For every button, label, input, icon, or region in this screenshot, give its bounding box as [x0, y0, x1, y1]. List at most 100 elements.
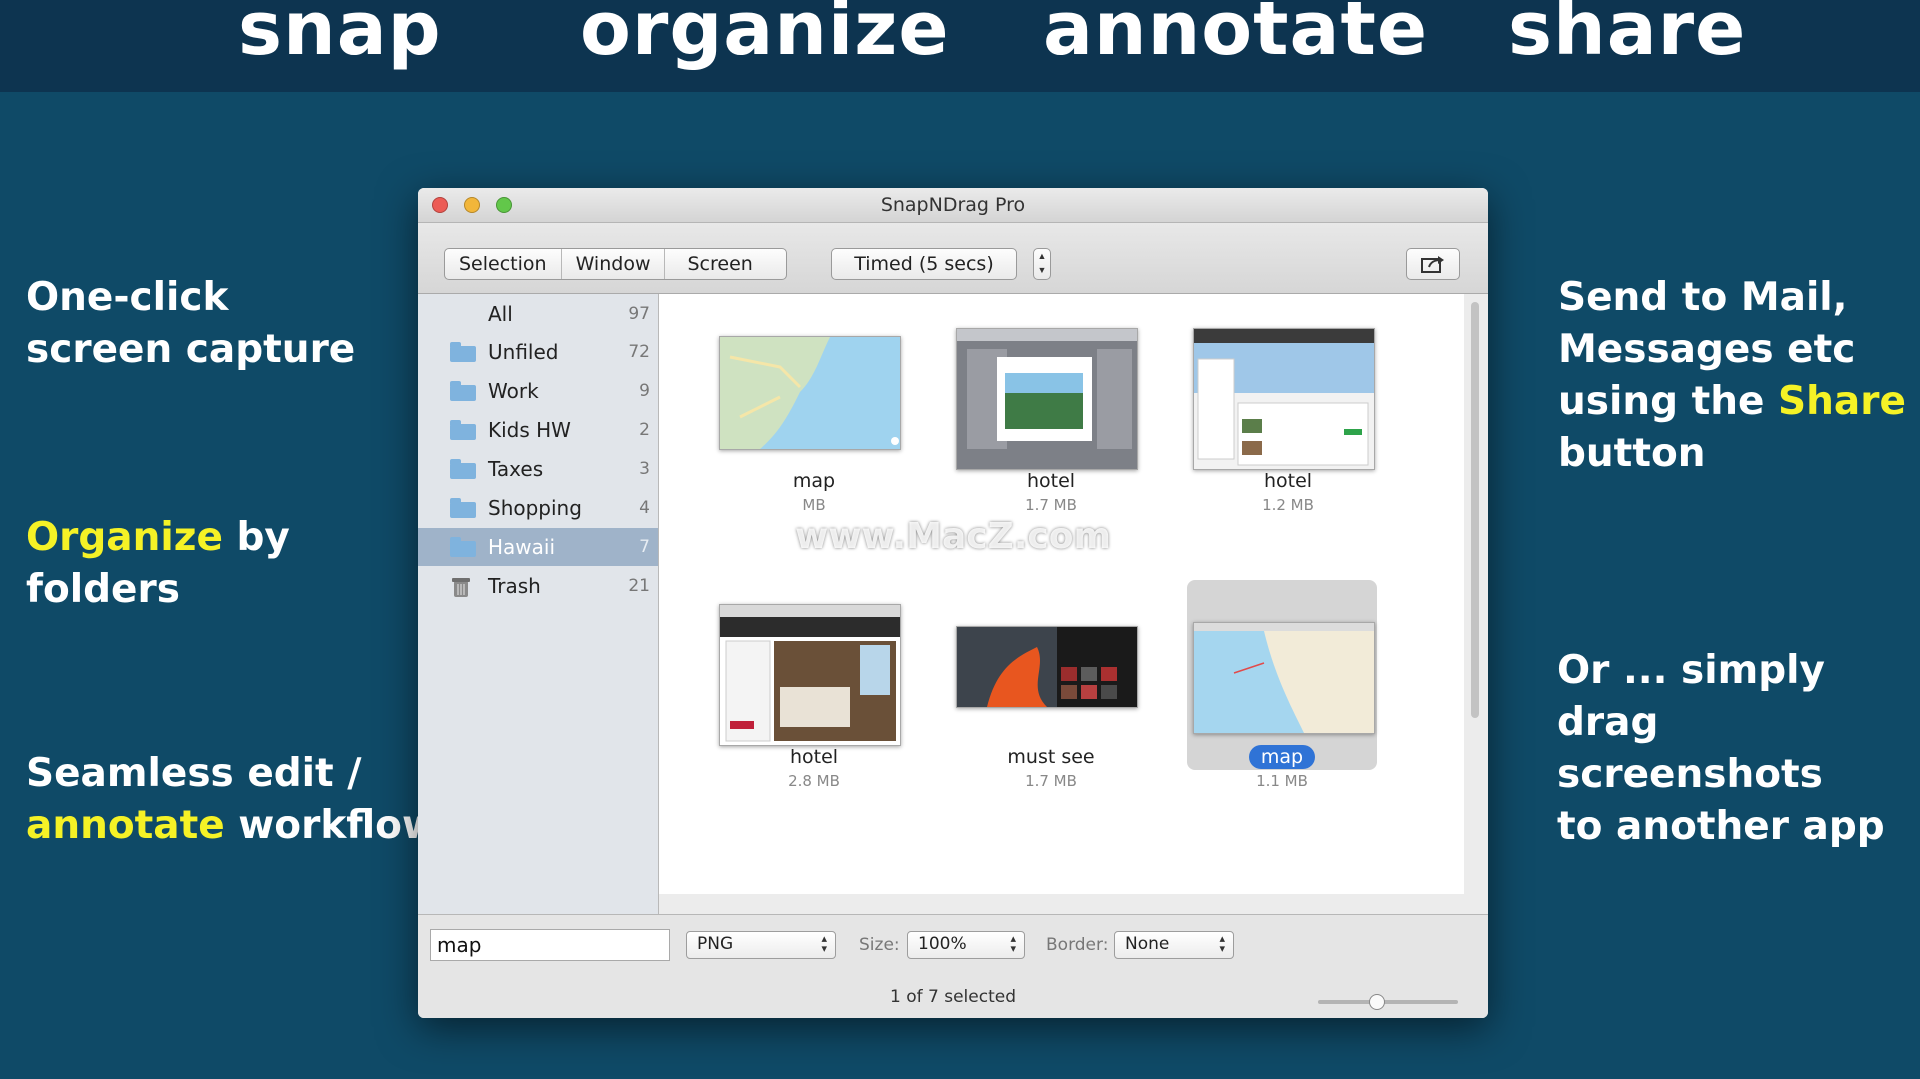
sidebar-item-label: Taxes [488, 457, 544, 481]
capture-line-2: screen capture [26, 327, 356, 372]
capture-caption: One-click screen capture [26, 272, 355, 376]
sidebar-item-taxes[interactable]: Taxes 3 [418, 450, 658, 488]
format-select[interactable]: PNG ▴ ▾ [686, 931, 836, 959]
zoom-slider-knob[interactable] [1368, 994, 1385, 1010]
organize-highlight: Organize [26, 515, 223, 560]
window-button[interactable]: Window [560, 249, 665, 279]
thumbnail-size: 1.7 MB [1025, 496, 1077, 514]
watermark: www.MacZ.com [795, 516, 1111, 557]
sidebar-item-count: 3 [639, 459, 650, 479]
thumbnail-map-selected[interactable]: map 1.1 MB [1187, 580, 1387, 790]
thumbnail-size: 1.2 MB [1262, 496, 1314, 514]
border-select[interactable]: None ▴ ▾ [1114, 931, 1234, 959]
share-highlight: Share [1778, 379, 1906, 424]
sidebar-item-label: Hawaii [488, 535, 556, 559]
timed-stepper[interactable]: ▲ ▼ [1033, 248, 1051, 280]
sidebar-item-count: 97 [628, 304, 650, 324]
updown-icon: ▴ ▾ [1010, 932, 1016, 955]
thumbnail-image [1193, 622, 1375, 734]
filename-input[interactable]: map [430, 929, 670, 961]
thumbnail-size: 1.1 MB [1256, 772, 1308, 790]
drag-line-3: to another app [1557, 804, 1885, 849]
sidebar-item-count: 2 [639, 420, 650, 440]
share-line-4: button [1558, 431, 1706, 476]
thumbnail-image [719, 336, 901, 450]
thumbnail-image [719, 604, 901, 746]
edit-line-1: Seamless edit / [26, 751, 362, 796]
thumbnail-size: 1.7 MB [1025, 772, 1077, 790]
drag-line-1: Or ... simply [1557, 648, 1825, 693]
organize-line-1: Organize by [26, 512, 290, 564]
capture-line-1: One-click [26, 275, 229, 320]
folder-icon [450, 498, 476, 518]
updown-icon: ▴ ▾ [1219, 932, 1225, 955]
share-icon [1421, 256, 1444, 273]
thumbnail-hotel-3[interactable]: hotel 2.8 MB [719, 592, 919, 792]
sidebar-item-hawaii[interactable]: Hawaii 7 [418, 528, 658, 566]
share-line-3: using the Share [1558, 376, 1906, 428]
capture-mode-segmented: Selection Window Screen [444, 248, 787, 280]
sidebar-item-count: 9 [639, 381, 650, 401]
thumbnail-size: MB [802, 496, 826, 514]
edit-line-2: annotate workflow [26, 800, 438, 852]
selection-button[interactable]: Selection [445, 249, 561, 279]
zoom-slider-track[interactable] [1318, 1000, 1458, 1004]
updown-icon: ▴ ▾ [821, 932, 827, 955]
border-label: Border: [1046, 935, 1109, 955]
drag-caption: Or ... simply drag screenshots to anothe… [1557, 645, 1920, 853]
sidebar-item-label: Kids HW [488, 418, 571, 442]
sidebar-item-trash[interactable]: Trash 21 [418, 567, 658, 605]
header-word-share: share [1508, 0, 1747, 72]
share-using: using the [1558, 379, 1779, 424]
thumbnail-name: must see [1007, 746, 1095, 768]
screen-button[interactable]: Screen [664, 249, 774, 279]
thumbnail-image [956, 328, 1138, 470]
share-button[interactable] [1406, 248, 1460, 280]
organize-caption: Organize by folders [26, 512, 290, 616]
thumbnail-must-see[interactable]: must see 1.7 MB [956, 592, 1156, 792]
folder-icon [450, 420, 476, 440]
sidebar-item-all[interactable]: All 97 [418, 295, 658, 333]
share-line-2: Messages etc [1558, 327, 1856, 372]
format-value: PNG [697, 934, 734, 954]
header-bar: snap organize annotate share [0, 0, 1920, 92]
sidebar-item-count: 72 [628, 342, 650, 362]
folder-icon [450, 342, 476, 362]
border-value: None [1125, 934, 1170, 954]
size-select[interactable]: 100% ▴ ▾ [907, 931, 1025, 959]
sidebar-item-label: Trash [488, 574, 541, 598]
folder-icon [450, 381, 476, 401]
sidebar-item-label: All [488, 302, 513, 326]
sidebar-item-unfiled[interactable]: Unfiled 72 [418, 333, 658, 371]
sidebar-item-kids-hw[interactable]: Kids HW 2 [418, 411, 658, 449]
sidebar-item-count: 4 [639, 498, 650, 518]
folder-icon [450, 459, 476, 479]
thumbnail-map[interactable]: map MB [719, 316, 919, 516]
thumbnail-hotel-2[interactable]: hotel 1.2 MB [1193, 316, 1393, 516]
stepper-down-icon[interactable]: ▼ [1034, 263, 1050, 277]
header-word-snap: snap [238, 0, 442, 72]
timed-button[interactable]: Timed (5 secs) [831, 248, 1017, 280]
size-value: 100% [918, 934, 967, 954]
title-bar[interactable]: SnapNDrag Pro [418, 188, 1488, 223]
share-line-1: Send to Mail, [1558, 275, 1848, 320]
selection-status: 1 of 7 selected [890, 987, 1016, 1007]
bottom-bar: map PNG ▴ ▾ Size: 100% ▴ ▾ Border: None ▴ ▾… [418, 914, 1488, 1018]
organize-by: by [222, 515, 290, 560]
sidebar-item-work[interactable]: Work 9 [418, 372, 658, 410]
header-word-organize: organize [580, 0, 950, 72]
annotate-highlight: annotate [26, 803, 225, 848]
sidebar-item-count: 21 [628, 576, 650, 596]
stepper-up-icon[interactable]: ▲ [1034, 249, 1050, 263]
thumbnail-name[interactable]: map [1187, 745, 1377, 769]
sidebar-item-count: 7 [639, 537, 650, 557]
thumbnail-image [956, 626, 1138, 708]
thumbnail-name: hotel [1026, 470, 1076, 492]
sidebar-item-label: Shopping [488, 496, 582, 520]
vertical-scrollbar[interactable] [1471, 302, 1479, 718]
window-title: SnapNDrag Pro [880, 194, 1026, 216]
thumbnail-name-text[interactable]: map [1248, 745, 1316, 769]
sidebar-item-shopping[interactable]: Shopping 4 [418, 489, 658, 527]
sidebar: All 97 Unfiled 72 Work 9 Kids HW 2 Taxes… [418, 294, 659, 914]
thumbnail-hotel-1[interactable]: hotel 1.7 MB [956, 316, 1156, 516]
